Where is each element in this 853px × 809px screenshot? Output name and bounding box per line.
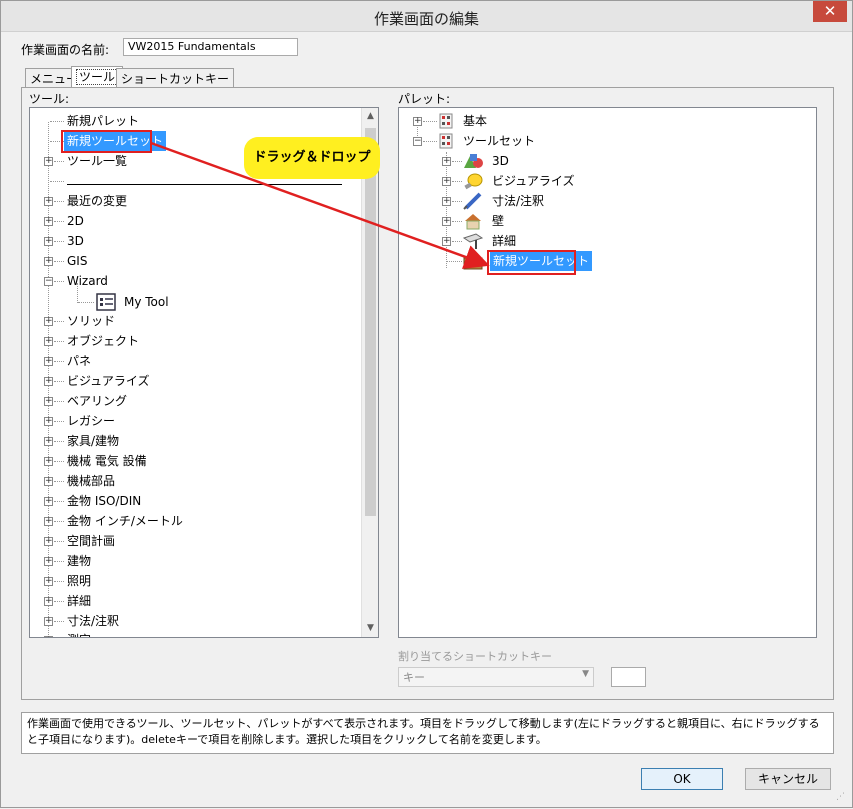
cancel-button[interactable]: キャンセル [745, 768, 831, 790]
shortcut-label: 割り当てるショートカットキー [398, 650, 552, 663]
chevron-down-icon: ▼ [582, 669, 589, 679]
shortcut-char-input[interactable] [611, 667, 646, 687]
dialog-window: 作業画面の編集 ✕ 作業画面の名前: VW2015 Fundamentals メ… [0, 0, 853, 808]
ok-button[interactable]: OK [641, 768, 723, 790]
drag-and-drop-callout: ドラッグ＆ドロップ [244, 137, 380, 179]
combo-value: キー [403, 671, 425, 684]
shortcut-key-combo[interactable]: キー ▼ [398, 667, 594, 687]
help-text: 作業画面で使用できるツール、ツールセット、パレットがすべて表示されます。項目をド… [21, 712, 834, 754]
drag-arrow-overlay [150, 141, 490, 269]
resize-grip-icon[interactable]: ⋰ [836, 792, 848, 804]
